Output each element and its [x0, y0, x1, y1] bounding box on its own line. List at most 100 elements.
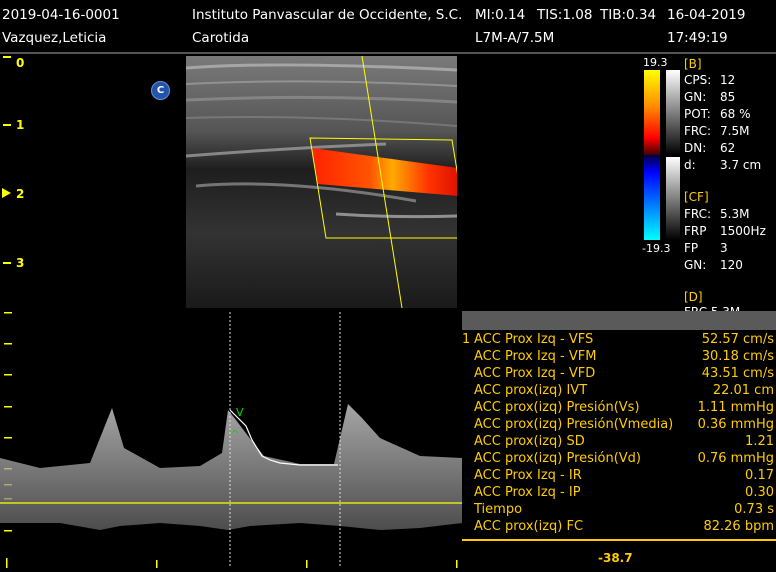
param-value: 1500Hz — [720, 224, 766, 238]
measurement-row: Tiempo 0.73 s — [462, 502, 776, 519]
param-value: 3 — [720, 241, 728, 255]
param-value: 3.7 cm — [720, 158, 762, 172]
measurement-value: 0.36 mmHg — [697, 417, 774, 432]
color-scale-max: 19.3 — [643, 56, 668, 69]
bmode-image[interactable] — [186, 56, 457, 308]
exam-date: 16-04-2019 — [667, 7, 746, 23]
param-key: GN: — [684, 258, 707, 272]
param-row: POT: 68 % — [684, 106, 751, 123]
color-scale-min: -19.3 — [642, 242, 671, 255]
measurement-header-bar — [462, 311, 776, 330]
measurement-label: ACC Prox Izq - VFM — [474, 349, 597, 364]
param-value: 85 — [720, 90, 736, 104]
param-key: CPS: — [684, 73, 712, 87]
measurement-index: 1 — [462, 332, 471, 347]
measurement-value: 43.51 cm/s — [701, 366, 774, 381]
measurement-row: ACC Prox Izq - VFD 43.51 cm/s — [462, 366, 776, 383]
measurement-panel: 1 ACC Prox Izq - VFS 52.57 cm/s ACC Prox I… — [462, 330, 776, 542]
cf-section-title: [CF] — [684, 190, 709, 204]
tib-index: TIB:0.34 — [600, 7, 657, 23]
param-value: 62 — [720, 141, 736, 155]
measurement-label: ACC Prox Izq - VFS — [474, 332, 594, 347]
param-key: d: — [684, 158, 696, 172]
param-value: 7.5M — [720, 124, 750, 138]
gray-scale-bar — [666, 70, 680, 155]
orientation-badge: C — [151, 81, 170, 100]
measurement-value: 1.11 mmHg — [697, 400, 774, 415]
doppler-scale-value: -38.7 — [598, 551, 633, 565]
measurement-label: ACC prox(izq) Presión(Vs) — [474, 400, 640, 415]
depth-tick — [3, 262, 11, 264]
param-key: FP — [684, 241, 699, 255]
measurement-row: ACC prox(izq) SD 1.21 — [462, 434, 776, 451]
param-value: 120 — [720, 258, 743, 272]
depth-label: 1 — [16, 118, 25, 132]
param-key: POT: — [684, 107, 711, 121]
patient-name: Vazquez,Leticia — [2, 30, 107, 46]
param-value: 5.3M — [720, 207, 750, 221]
measurement-label: ACC prox(izq) IVT — [474, 383, 588, 398]
measurement-row: ACC Prox Izq - IR 0.17 — [462, 468, 776, 485]
svg-text:^: ^ — [230, 428, 239, 441]
tis-index: TIS:1.08 — [537, 7, 593, 23]
param-key: DN: — [684, 141, 707, 155]
mi-index: MI:0.14 — [475, 7, 526, 23]
measurement-row: ACC prox(izq) IVT 22.01 cm — [462, 383, 776, 400]
measurement-value: 30.18 cm/s — [701, 349, 774, 364]
measurement-label: ACC Prox Izq - VFD — [474, 366, 596, 381]
param-row: FP 3 — [684, 240, 728, 257]
measurement-row: 1 ACC Prox Izq - VFS 52.57 cm/s — [462, 332, 776, 349]
param-value: 68 % — [720, 107, 751, 121]
param-value: 12 — [720, 73, 736, 87]
param-row: DN: 62 — [684, 140, 735, 157]
exam-type: Carotida — [192, 30, 250, 46]
doppler-spectrum[interactable]: V ^ — [0, 308, 462, 568]
measurement-row: ACC Prox Izq - IP 0.30 — [462, 485, 776, 502]
focus-marker-icon[interactable] — [2, 188, 11, 198]
depth-label: 2 — [16, 187, 25, 201]
measurement-row: ACC Prox Izq - VFM 30.18 cm/s — [462, 349, 776, 366]
gray-scale-bar — [666, 157, 680, 240]
param-row: CPS: 12 — [684, 72, 735, 89]
param-row: FRC: 7.5M — [684, 123, 749, 140]
measurement-label: ACC prox(izq) SD — [474, 434, 585, 449]
measurement-row: ACC prox(izq) Presión(Vs) 1.11 mmHg — [462, 400, 776, 417]
param-key: FRC: — [684, 207, 712, 221]
measurement-value: 0.30 — [745, 485, 774, 500]
depth-label: 0 — [16, 56, 25, 70]
param-row: GN: 85 — [684, 89, 735, 106]
probe-name: L7M-A/7.5M — [475, 30, 555, 46]
measurement-divider — [462, 539, 776, 541]
measurement-label: ACC prox(izq) Presión(Vmedia) — [474, 417, 674, 432]
header-bar: 2019-04-16-0001 Vazquez,Leticia Institut… — [0, 0, 776, 52]
measurement-value: 0.73 s — [734, 502, 774, 517]
measurement-value: 1.21 — [745, 434, 774, 449]
measurement-row: ACC prox(izq) Presión(Vd) 0.76 mmHg — [462, 451, 776, 468]
param-key: FRC: — [684, 124, 712, 138]
measurement-value: 0.76 mmHg — [697, 451, 774, 466]
velocity-color-bar — [644, 70, 660, 240]
institution-name: Instituto Panvascular de Occidente, S.C. — [192, 7, 463, 23]
measurement-label: ACC prox(izq) Presión(Vd) — [474, 451, 642, 466]
measurement-label: ACC Prox Izq - IP — [474, 485, 581, 500]
header-divider — [0, 52, 776, 54]
measurement-row: ACC prox(izq) FC 82.26 bpm — [462, 519, 776, 536]
patient-id: 2019-04-16-0001 — [2, 7, 120, 23]
param-key: GN: — [684, 90, 707, 104]
exam-time: 17:49:19 — [667, 30, 728, 46]
param-row: FRC: 5.3M — [684, 206, 749, 223]
measurement-row: ACC prox(izq) Presión(Vmedia) 0.36 mmHg — [462, 417, 776, 434]
param-key: FRP — [684, 224, 707, 238]
measurement-value: 0.17 — [745, 468, 774, 483]
param-row: FRP 1500Hz — [684, 223, 766, 240]
measurement-label: Tiempo — [474, 502, 523, 517]
measurement-value: 82.26 bpm — [703, 519, 774, 534]
param-row: GN: 120 — [684, 257, 743, 274]
measurement-value: 22.01 cm — [712, 383, 774, 398]
depth-tick — [3, 124, 11, 126]
depth-tick — [3, 56, 11, 58]
measurement-label: ACC prox(izq) FC — [474, 519, 584, 534]
param-row: d: 3.7 cm — [684, 157, 761, 174]
param-row-partial: FRC 5.3M — [684, 304, 740, 311]
b-section-title: [B] — [684, 57, 702, 71]
